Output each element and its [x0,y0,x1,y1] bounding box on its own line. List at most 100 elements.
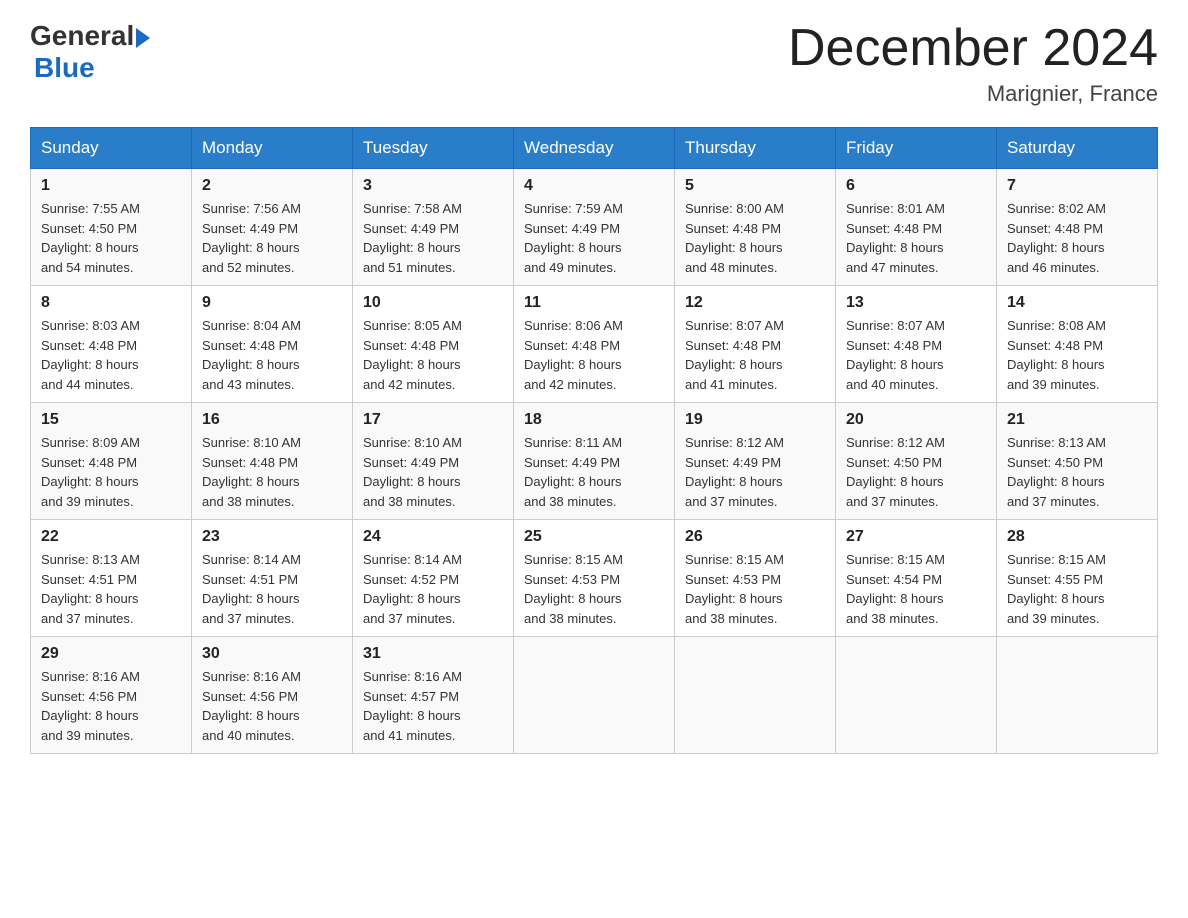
day-number: 9 [202,294,342,312]
table-row: 24 Sunrise: 8:14 AM Sunset: 4:52 PM Dayl… [353,520,514,637]
table-row: 6 Sunrise: 8:01 AM Sunset: 4:48 PM Dayli… [836,169,997,286]
calendar-week-2: 8 Sunrise: 8:03 AM Sunset: 4:48 PM Dayli… [31,286,1158,403]
table-row: 10 Sunrise: 8:05 AM Sunset: 4:48 PM Dayl… [353,286,514,403]
day-info: Sunrise: 8:15 AM Sunset: 4:54 PM Dayligh… [846,550,986,628]
day-info: Sunrise: 8:07 AM Sunset: 4:48 PM Dayligh… [685,316,825,394]
table-row: 22 Sunrise: 8:13 AM Sunset: 4:51 PM Dayl… [31,520,192,637]
table-row: 7 Sunrise: 8:02 AM Sunset: 4:48 PM Dayli… [997,169,1158,286]
day-info: Sunrise: 8:13 AM Sunset: 4:50 PM Dayligh… [1007,433,1147,511]
day-number: 1 [41,177,181,195]
table-row: 17 Sunrise: 8:10 AM Sunset: 4:49 PM Dayl… [353,403,514,520]
table-row: 23 Sunrise: 8:14 AM Sunset: 4:51 PM Dayl… [192,520,353,637]
day-info: Sunrise: 8:02 AM Sunset: 4:48 PM Dayligh… [1007,199,1147,277]
col-friday: Friday [836,128,997,169]
calendar-week-3: 15 Sunrise: 8:09 AM Sunset: 4:48 PM Dayl… [31,403,1158,520]
day-info: Sunrise: 7:56 AM Sunset: 4:49 PM Dayligh… [202,199,342,277]
day-info: Sunrise: 8:14 AM Sunset: 4:51 PM Dayligh… [202,550,342,628]
day-number: 10 [363,294,503,312]
day-info: Sunrise: 8:11 AM Sunset: 4:49 PM Dayligh… [524,433,664,511]
day-info: Sunrise: 8:13 AM Sunset: 4:51 PM Dayligh… [41,550,181,628]
day-number: 29 [41,645,181,663]
day-info: Sunrise: 8:08 AM Sunset: 4:48 PM Dayligh… [1007,316,1147,394]
day-info: Sunrise: 7:55 AM Sunset: 4:50 PM Dayligh… [41,199,181,277]
calendar-table: Sunday Monday Tuesday Wednesday Thursday… [30,127,1158,754]
calendar-header-row: Sunday Monday Tuesday Wednesday Thursday… [31,128,1158,169]
table-row: 29 Sunrise: 8:16 AM Sunset: 4:56 PM Dayl… [31,637,192,754]
table-row: 25 Sunrise: 8:15 AM Sunset: 4:53 PM Dayl… [514,520,675,637]
table-row: 18 Sunrise: 8:11 AM Sunset: 4:49 PM Dayl… [514,403,675,520]
table-row: 19 Sunrise: 8:12 AM Sunset: 4:49 PM Dayl… [675,403,836,520]
table-row: 15 Sunrise: 8:09 AM Sunset: 4:48 PM Dayl… [31,403,192,520]
col-saturday: Saturday [997,128,1158,169]
day-info: Sunrise: 8:12 AM Sunset: 4:50 PM Dayligh… [846,433,986,511]
table-row: 13 Sunrise: 8:07 AM Sunset: 4:48 PM Dayl… [836,286,997,403]
table-row [675,637,836,754]
table-row [514,637,675,754]
logo: General Blue [30,20,150,84]
table-row: 14 Sunrise: 8:08 AM Sunset: 4:48 PM Dayl… [997,286,1158,403]
day-number: 26 [685,528,825,546]
col-wednesday: Wednesday [514,128,675,169]
table-row: 28 Sunrise: 8:15 AM Sunset: 4:55 PM Dayl… [997,520,1158,637]
day-info: Sunrise: 8:05 AM Sunset: 4:48 PM Dayligh… [363,316,503,394]
table-row: 16 Sunrise: 8:10 AM Sunset: 4:48 PM Dayl… [192,403,353,520]
day-number: 20 [846,411,986,429]
day-info: Sunrise: 8:01 AM Sunset: 4:48 PM Dayligh… [846,199,986,277]
day-info: Sunrise: 8:09 AM Sunset: 4:48 PM Dayligh… [41,433,181,511]
logo-blue-text: Blue [34,52,95,84]
day-number: 11 [524,294,664,312]
calendar-week-5: 29 Sunrise: 8:16 AM Sunset: 4:56 PM Dayl… [31,637,1158,754]
day-info: Sunrise: 8:15 AM Sunset: 4:53 PM Dayligh… [685,550,825,628]
logo-arrow-icon [136,28,150,48]
table-row: 2 Sunrise: 7:56 AM Sunset: 4:49 PM Dayli… [192,169,353,286]
day-number: 12 [685,294,825,312]
day-number: 18 [524,411,664,429]
day-number: 23 [202,528,342,546]
title-block: December 2024 Marignier, France [788,20,1158,107]
day-number: 19 [685,411,825,429]
day-number: 7 [1007,177,1147,195]
day-number: 28 [1007,528,1147,546]
col-thursday: Thursday [675,128,836,169]
day-number: 24 [363,528,503,546]
table-row: 30 Sunrise: 8:16 AM Sunset: 4:56 PM Dayl… [192,637,353,754]
day-number: 6 [846,177,986,195]
day-info: Sunrise: 8:00 AM Sunset: 4:48 PM Dayligh… [685,199,825,277]
day-number: 13 [846,294,986,312]
location-subtitle: Marignier, France [788,81,1158,107]
table-row: 4 Sunrise: 7:59 AM Sunset: 4:49 PM Dayli… [514,169,675,286]
day-info: Sunrise: 8:14 AM Sunset: 4:52 PM Dayligh… [363,550,503,628]
day-info: Sunrise: 8:12 AM Sunset: 4:49 PM Dayligh… [685,433,825,511]
day-info: Sunrise: 8:16 AM Sunset: 4:57 PM Dayligh… [363,667,503,745]
day-info: Sunrise: 8:10 AM Sunset: 4:49 PM Dayligh… [363,433,503,511]
col-sunday: Sunday [31,128,192,169]
day-number: 5 [685,177,825,195]
calendar-week-4: 22 Sunrise: 8:13 AM Sunset: 4:51 PM Dayl… [31,520,1158,637]
table-row: 31 Sunrise: 8:16 AM Sunset: 4:57 PM Dayl… [353,637,514,754]
table-row: 1 Sunrise: 7:55 AM Sunset: 4:50 PM Dayli… [31,169,192,286]
table-row: 21 Sunrise: 8:13 AM Sunset: 4:50 PM Dayl… [997,403,1158,520]
day-number: 31 [363,645,503,663]
calendar-week-1: 1 Sunrise: 7:55 AM Sunset: 4:50 PM Dayli… [31,169,1158,286]
day-info: Sunrise: 8:16 AM Sunset: 4:56 PM Dayligh… [41,667,181,745]
day-info: Sunrise: 8:03 AM Sunset: 4:48 PM Dayligh… [41,316,181,394]
day-number: 25 [524,528,664,546]
day-number: 17 [363,411,503,429]
table-row: 20 Sunrise: 8:12 AM Sunset: 4:50 PM Dayl… [836,403,997,520]
day-number: 21 [1007,411,1147,429]
col-tuesday: Tuesday [353,128,514,169]
day-info: Sunrise: 7:59 AM Sunset: 4:49 PM Dayligh… [524,199,664,277]
day-number: 8 [41,294,181,312]
table-row: 11 Sunrise: 8:06 AM Sunset: 4:48 PM Dayl… [514,286,675,403]
table-row: 9 Sunrise: 8:04 AM Sunset: 4:48 PM Dayli… [192,286,353,403]
day-info: Sunrise: 8:15 AM Sunset: 4:55 PM Dayligh… [1007,550,1147,628]
day-info: Sunrise: 7:58 AM Sunset: 4:49 PM Dayligh… [363,199,503,277]
table-row [997,637,1158,754]
table-row: 5 Sunrise: 8:00 AM Sunset: 4:48 PM Dayli… [675,169,836,286]
day-number: 16 [202,411,342,429]
month-title: December 2024 [788,20,1158,77]
table-row: 27 Sunrise: 8:15 AM Sunset: 4:54 PM Dayl… [836,520,997,637]
day-number: 27 [846,528,986,546]
page-header: General Blue December 2024 Marignier, Fr… [30,20,1158,107]
day-info: Sunrise: 8:16 AM Sunset: 4:56 PM Dayligh… [202,667,342,745]
